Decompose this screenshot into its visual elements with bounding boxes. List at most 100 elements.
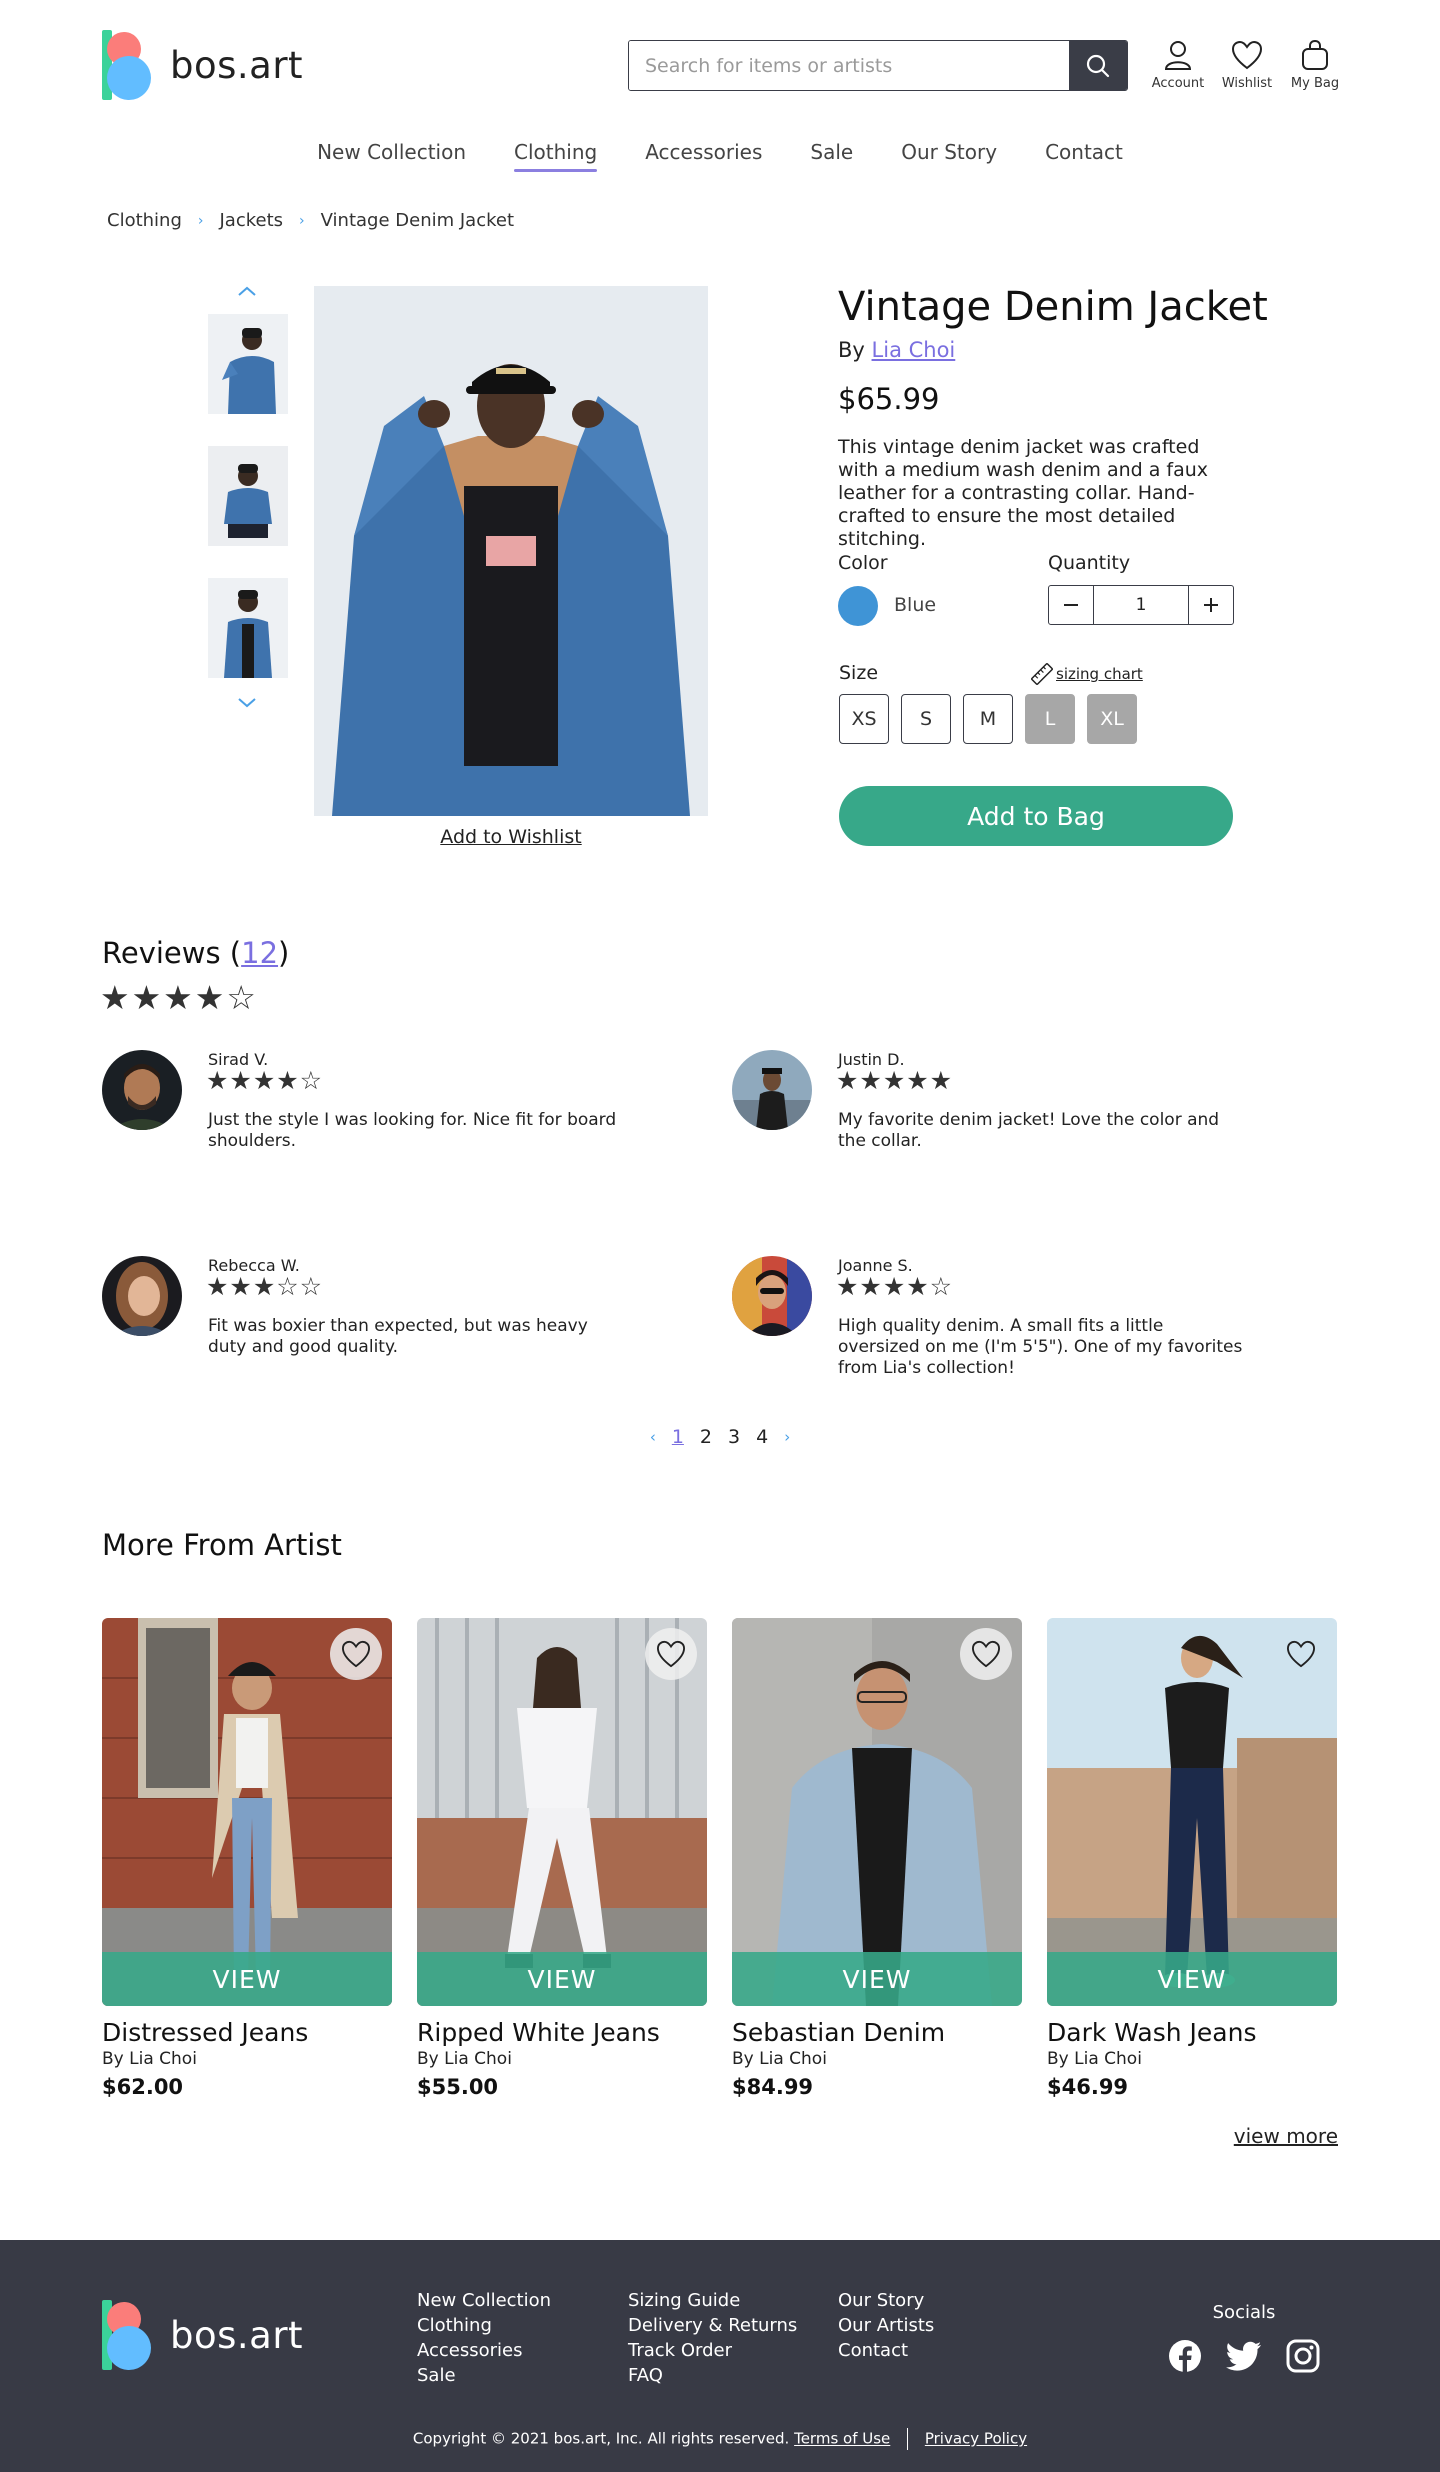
- product-card-image[interactable]: VIEW: [102, 1618, 392, 2006]
- privacy-policy-link[interactable]: Privacy Policy: [925, 2430, 1027, 2448]
- footer-link-clothing[interactable]: Clothing: [417, 2313, 551, 2338]
- footer-link-our-artists[interactable]: Our Artists: [838, 2313, 934, 2338]
- color-swatch[interactable]: [838, 586, 878, 626]
- product-card-image[interactable]: VIEW: [417, 1618, 707, 2006]
- card-wishlist-button[interactable]: [960, 1628, 1012, 1680]
- product-card-image[interactable]: VIEW: [1047, 1618, 1337, 2006]
- product-card: VIEW Dark Wash Jeans By Lia Choi $46.99: [1047, 1618, 1337, 2099]
- review-text: My favorite denim jacket! Love the color…: [838, 1110, 1220, 1151]
- wishlist-button[interactable]: Wishlist: [1217, 40, 1277, 91]
- page-link-3[interactable]: 3: [728, 1426, 740, 1448]
- product-main-image: [314, 286, 708, 816]
- nav-item-sale[interactable]: Sale: [786, 140, 877, 164]
- product-card-price: $46.99: [1047, 2075, 1129, 2099]
- chevron-left-icon[interactable]: ‹: [650, 1428, 656, 1446]
- brand-name: bos.art: [170, 2313, 304, 2357]
- terms-of-use-link[interactable]: Terms of Use: [794, 2430, 890, 2448]
- product-card-image[interactable]: VIEW: [732, 1618, 1022, 2006]
- footer-column-help: Sizing Guide Delivery & Returns Track Or…: [628, 2288, 797, 2388]
- instagram-icon[interactable]: [1286, 2339, 1320, 2373]
- product-card-name[interactable]: Sebastian Denim: [732, 2018, 1022, 2047]
- color-value: Blue: [894, 594, 937, 616]
- search-input[interactable]: [629, 41, 1069, 90]
- search-button[interactable]: [1069, 41, 1127, 90]
- card-wishlist-button[interactable]: [645, 1628, 697, 1680]
- copyright-text: Copyright © 2021 bos.art, Inc. All right…: [412, 2429, 790, 2448]
- thumbnail-up-arrow[interactable]: [236, 284, 258, 298]
- nav-item-accessories[interactable]: Accessories: [621, 140, 786, 164]
- quantity-value[interactable]: 1: [1093, 586, 1189, 624]
- view-product-button[interactable]: VIEW: [732, 1952, 1022, 2006]
- size-option-xs[interactable]: XS: [839, 694, 889, 744]
- thumbnail-3[interactable]: [208, 578, 288, 678]
- breadcrumb: Clothing › Jackets › Vintage Denim Jacke…: [107, 210, 514, 231]
- avatar: [102, 1256, 182, 1336]
- page-link-1[interactable]: 1: [672, 1426, 684, 1448]
- card-wishlist-button[interactable]: [1275, 1628, 1327, 1680]
- avatar: [732, 1256, 812, 1336]
- brand-logo[interactable]: bos.art: [102, 30, 303, 100]
- footer-link-our-story[interactable]: Our Story: [838, 2288, 934, 2313]
- heart-icon: [1231, 40, 1263, 70]
- footer-logo[interactable]: bos.art: [102, 2300, 303, 2370]
- reviews-count-link[interactable]: 12: [241, 936, 278, 970]
- nav-item-new-collection[interactable]: New Collection: [293, 140, 490, 164]
- product-card-name[interactable]: Dark Wash Jeans: [1047, 2018, 1337, 2047]
- add-to-wishlist-link[interactable]: Add to Wishlist: [314, 826, 708, 848]
- size-option-s[interactable]: S: [901, 694, 951, 744]
- nav-item-our-story[interactable]: Our Story: [877, 140, 1021, 164]
- footer-link-sale[interactable]: Sale: [417, 2363, 551, 2388]
- product-card-name[interactable]: Distressed Jeans: [102, 2018, 392, 2047]
- thumbnail-1[interactable]: [208, 314, 288, 414]
- footer-column-shop: New Collection Clothing Accessories Sale: [417, 2288, 551, 2388]
- view-product-button[interactable]: VIEW: [102, 1952, 392, 2006]
- facebook-icon[interactable]: [1168, 2339, 1202, 2373]
- minus-icon: [1064, 604, 1078, 606]
- artist-link[interactable]: Lia Choi: [872, 338, 956, 362]
- account-button[interactable]: Account: [1148, 40, 1208, 91]
- product-card-artist: By Lia Choi: [102, 2049, 197, 2069]
- size-option-m[interactable]: M: [963, 694, 1013, 744]
- chevron-right-icon[interactable]: ›: [784, 1428, 790, 1446]
- quantity-decrease-button[interactable]: [1049, 586, 1093, 624]
- product-card: VIEW Ripped White Jeans By Lia Choi $55.…: [417, 1618, 707, 2099]
- nav-item-clothing[interactable]: Clothing: [490, 140, 621, 172]
- product-artist: By Lia Choi: [838, 338, 955, 362]
- bag-label: My Bag: [1290, 76, 1340, 91]
- product-card-name[interactable]: Ripped White Jeans: [417, 2018, 707, 2047]
- nav-item-contact[interactable]: Contact: [1021, 140, 1147, 164]
- review-stars: ★★★☆☆: [206, 1272, 324, 1301]
- quantity-increase-button[interactable]: [1189, 586, 1233, 624]
- avatar: [102, 1050, 182, 1130]
- view-product-button[interactable]: VIEW: [417, 1952, 707, 2006]
- footer-link-sizing-guide[interactable]: Sizing Guide: [628, 2288, 797, 2313]
- sizing-chart-link[interactable]: sizing chart: [1030, 662, 1143, 686]
- footer-link-delivery-returns[interactable]: Delivery & Returns: [628, 2313, 797, 2338]
- chevron-right-icon: ›: [197, 212, 204, 229]
- card-wishlist-button[interactable]: [330, 1628, 382, 1680]
- footer-link-contact[interactable]: Contact: [838, 2338, 934, 2363]
- footer-link-track-order[interactable]: Track Order: [628, 2338, 797, 2363]
- footer-link-faq[interactable]: FAQ: [628, 2363, 797, 2388]
- size-label: Size: [839, 662, 879, 684]
- reviews-title: Reviews: [102, 936, 221, 970]
- page-link-4[interactable]: 4: [756, 1426, 768, 1448]
- footer-link-new-collection[interactable]: New Collection: [417, 2288, 551, 2313]
- view-product-button[interactable]: VIEW: [1047, 1952, 1337, 2006]
- reviews-heading: Reviews (12): [102, 936, 290, 970]
- add-to-bag-button[interactable]: Add to Bag: [839, 786, 1233, 846]
- thumbnail-2[interactable]: [208, 446, 288, 546]
- breadcrumb-jackets[interactable]: Jackets: [220, 210, 284, 231]
- bag-button[interactable]: My Bag: [1285, 40, 1345, 91]
- size-option-l: L: [1025, 694, 1075, 744]
- review-stars: ★★★★☆: [836, 1272, 954, 1301]
- page-link-2[interactable]: 2: [700, 1426, 712, 1448]
- user-icon: [1164, 41, 1192, 70]
- thumbnail-down-arrow[interactable]: [236, 696, 258, 710]
- search-icon: [1086, 54, 1110, 77]
- search-bar: [628, 40, 1128, 91]
- view-more-link[interactable]: view more: [1234, 2124, 1338, 2148]
- breadcrumb-clothing[interactable]: Clothing: [107, 210, 182, 231]
- footer-link-accessories[interactable]: Accessories: [417, 2338, 551, 2363]
- twitter-icon[interactable]: [1226, 2339, 1262, 2373]
